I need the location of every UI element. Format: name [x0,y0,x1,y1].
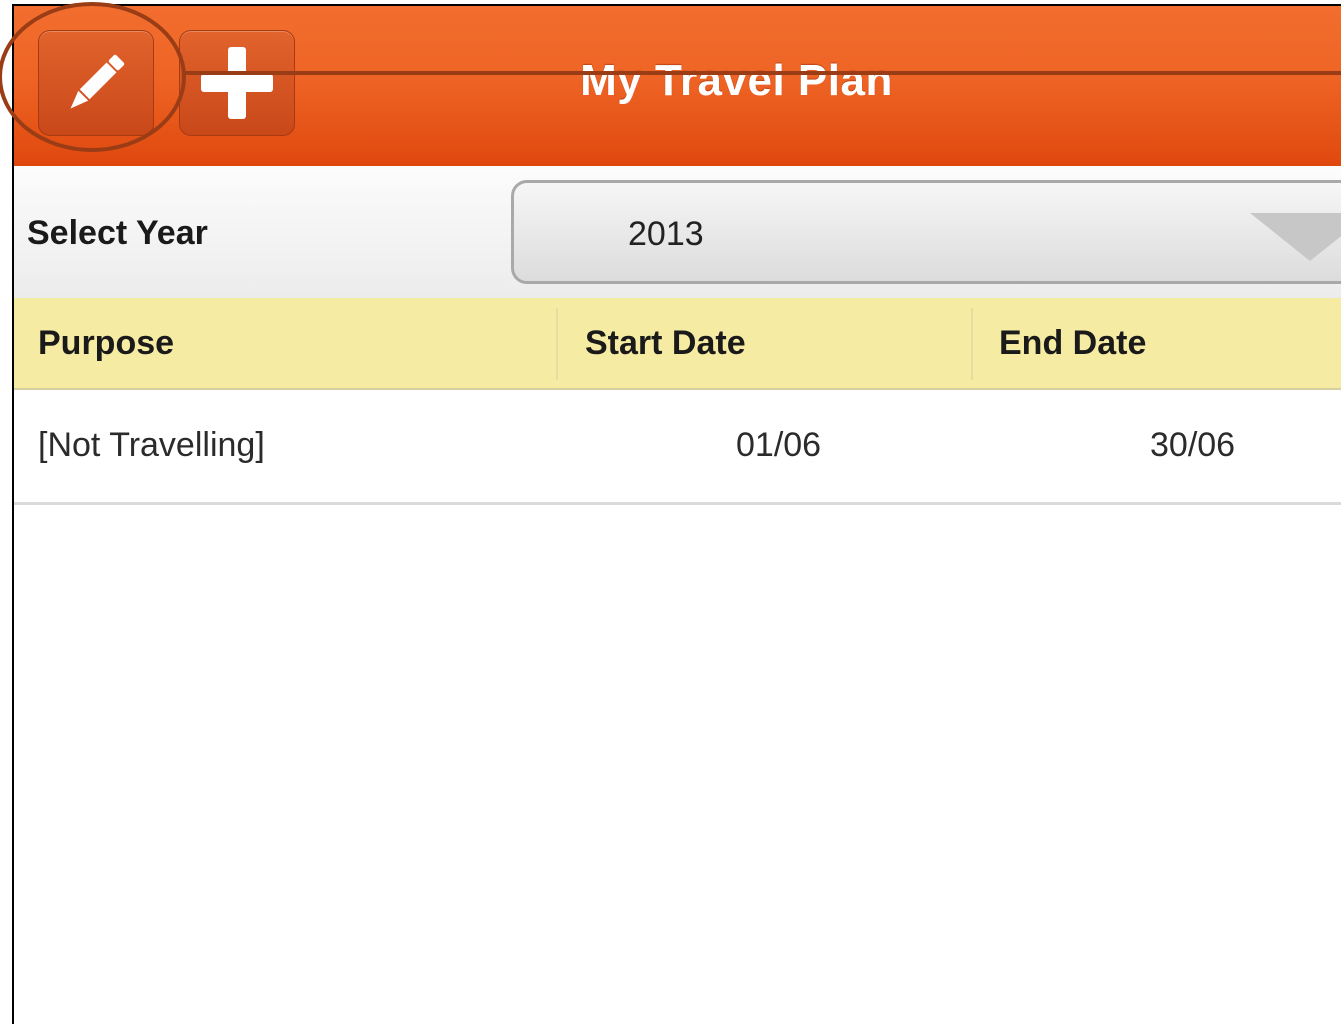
column-header-start-date: Start Date [585,324,746,362]
table-header: Purpose Start Date End Date [14,298,1341,390]
column-divider [556,308,558,380]
column-header-end-date: End Date [999,324,1147,362]
select-year-label: Select Year [27,214,208,252]
row-purpose: [Not Travelling] [38,426,265,464]
app-screen: My Travel Plan Select Year 2013 Purpose … [12,4,1341,1024]
column-header-purpose: Purpose [38,324,175,362]
row-end-date: 30/06 [1150,426,1236,464]
table-row[interactable]: [Not Travelling] 01/06 30/06 [14,390,1341,505]
year-dropdown-value: 2013 [628,215,704,253]
column-divider [971,308,973,380]
dropdown-arrow-icon [1250,213,1341,261]
page-title: My Travel Plan [580,56,893,105]
app-header: My Travel Plan [14,6,1341,166]
year-selector-row: Select Year 2013 [14,166,1341,298]
row-start-date: 01/06 [736,426,822,464]
year-dropdown[interactable]: 2013 [511,180,1341,284]
